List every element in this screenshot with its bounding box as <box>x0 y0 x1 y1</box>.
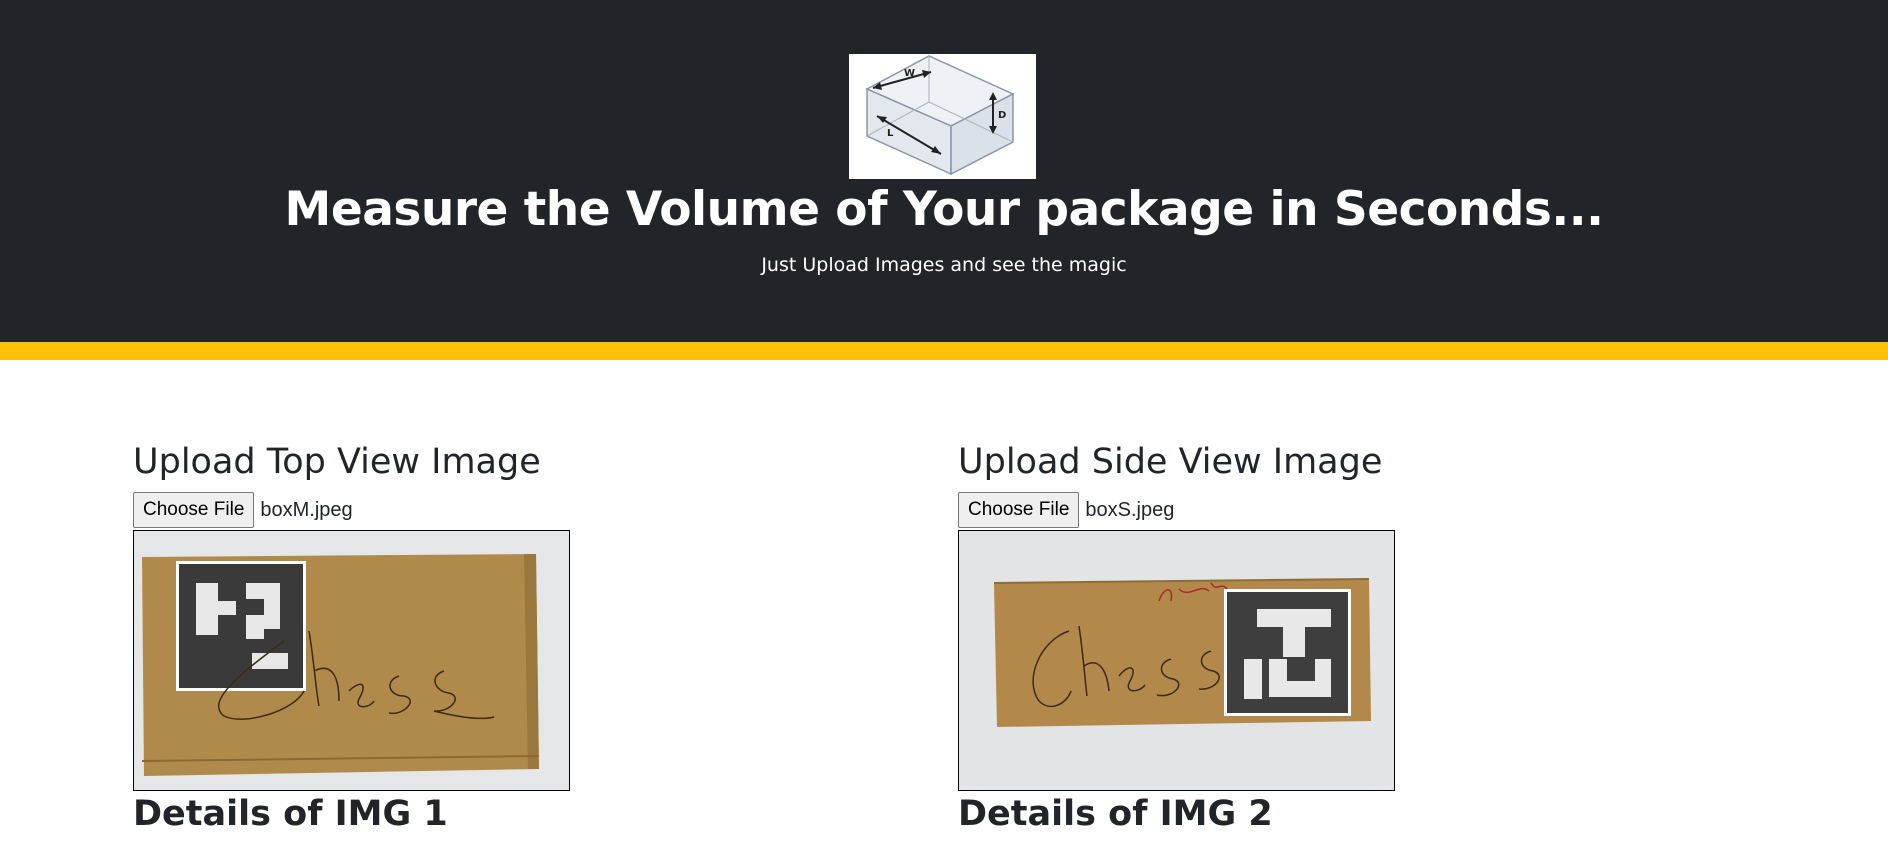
top-view-heading: Upload Top View Image <box>133 442 541 482</box>
depth-label: D <box>998 110 1006 121</box>
side-view-upload-section: Upload Side View Image Choose File boxS.… <box>958 440 1395 837</box>
side-view-box-photo <box>959 531 1394 790</box>
side-view-file-name: boxS.jpeg <box>1085 498 1175 521</box>
top-view-box-photo <box>134 531 569 790</box>
box-dimensions-icon: W D L <box>865 55 1015 176</box>
side-view-heading: Upload Side View Image <box>958 442 1383 482</box>
width-label: W <box>904 68 915 79</box>
top-view-image-preview <box>133 530 570 791</box>
box-dimensions-logo: W D L <box>849 54 1036 179</box>
side-view-image-preview <box>958 530 1395 791</box>
top-view-file-input[interactable]: Choose File boxM.jpeg <box>133 492 570 528</box>
length-label: L <box>887 128 894 139</box>
page-title: Measure the Volume of Your package in Se… <box>284 182 1604 237</box>
page-subtitle: Just Upload Images and see the magic <box>761 254 1127 276</box>
hero-banner: W D L Measure the Volume of Your package… <box>0 0 1888 360</box>
top-view-upload-section: Upload Top View Image Choose File boxM.j… <box>133 440 570 837</box>
top-view-file-name: boxM.jpeg <box>260 498 353 521</box>
side-view-file-input[interactable]: Choose File boxS.jpeg <box>958 492 1395 528</box>
top-view-details-heading: Details of IMG 1 <box>133 794 448 834</box>
top-view-choose-file-button[interactable]: Choose File <box>133 492 255 528</box>
side-view-choose-file-button[interactable]: Choose File <box>958 492 1080 528</box>
side-view-details-heading: Details of IMG 2 <box>958 794 1273 834</box>
